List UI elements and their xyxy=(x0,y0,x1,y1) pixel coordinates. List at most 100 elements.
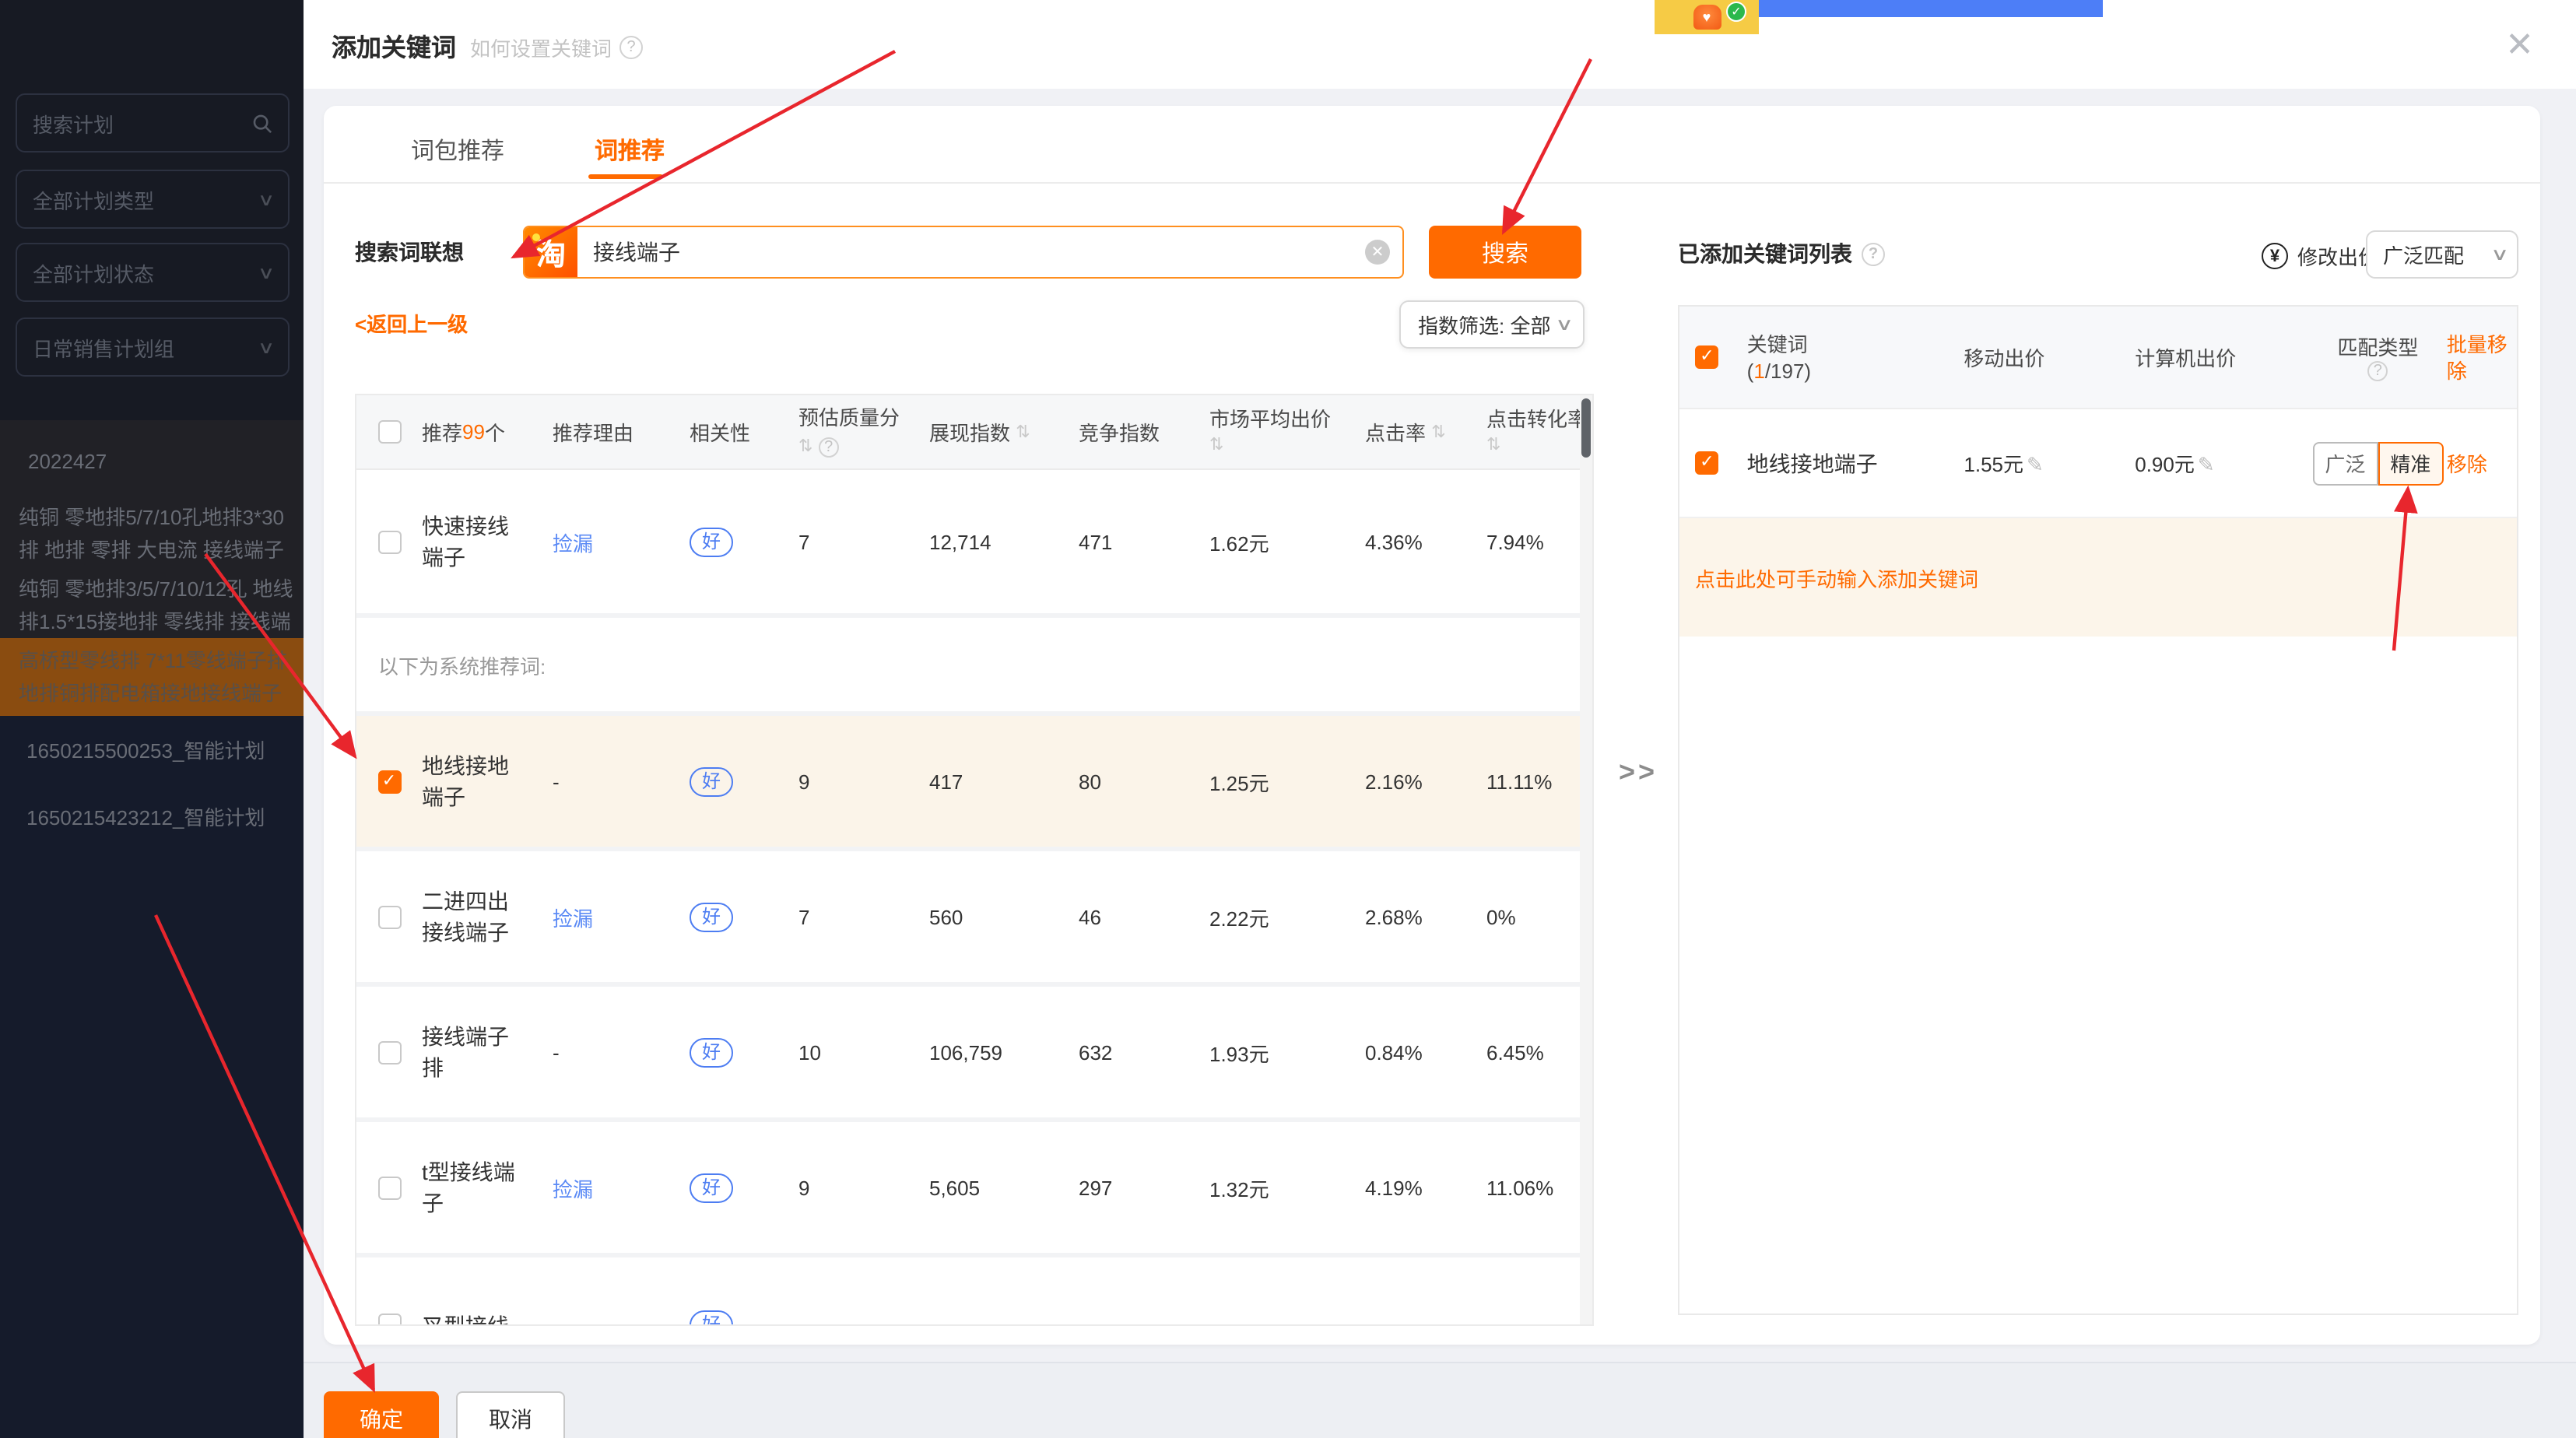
reason-cell: 捡漏 xyxy=(546,1173,683,1202)
match-type-dropdown[interactable]: 广泛匹配 ∨ xyxy=(2366,230,2518,279)
competition-index-cell: 632 xyxy=(1072,1040,1203,1064)
table-scrollbar[interactable] xyxy=(1580,395,1592,1324)
plan-list: 2022427 纯铜 零地排5/7/10孔地排3*30排 地排 零排 大电流 接线… xyxy=(0,445,304,834)
table-header-row: 推荐99个 推荐理由 相关性 预估质量分 ⇅ ? 展现指数 ⇅ 竞争指数 xyxy=(356,395,1592,470)
reason-link[interactable]: 捡漏 xyxy=(553,1173,593,1202)
plan-type-select[interactable]: 全部计划类型 ∨ xyxy=(16,170,290,229)
back-to-parent-link[interactable]: <返回上一级 xyxy=(355,308,468,338)
search-icon xyxy=(252,113,272,133)
sidebar-plan-item[interactable]: 1650215500253_智能计划 xyxy=(0,735,304,767)
index-filter-dropdown[interactable]: 指数筛选: 全部 ∨ xyxy=(1399,300,1585,349)
row-checkbox[interactable]: ✓ xyxy=(377,770,401,793)
chevron-down-icon: ∨ xyxy=(1555,314,1574,335)
cancel-button[interactable]: 取消 xyxy=(456,1391,565,1438)
keyword-name-cell: 地线接地端子 xyxy=(416,750,546,812)
row-checkbox[interactable] xyxy=(377,905,401,928)
sort-icon: ⇅ xyxy=(1016,422,1030,442)
keyword-row: 二进四出接线端子捡漏好7560462.22元2.68%0% xyxy=(356,851,1592,987)
scrollbar-thumb[interactable] xyxy=(1581,398,1591,458)
clear-input-icon[interactable]: ✕ xyxy=(1365,240,1390,265)
confirm-button[interactable]: 确定 xyxy=(324,1391,439,1438)
keyword-name-cell: 接线端子排 xyxy=(416,1021,546,1083)
reason-link[interactable]: 捡漏 xyxy=(553,527,593,556)
checkbox-cell xyxy=(356,1176,416,1199)
row-checkbox[interactable] xyxy=(377,1040,401,1064)
tab-word-recommend[interactable]: 词推荐 xyxy=(595,134,665,167)
promo-badge: ♥ ✓ xyxy=(1655,0,1759,34)
sort-icon: ⇅ xyxy=(1431,422,1445,442)
reason-text: - xyxy=(553,1040,560,1064)
reason-cell: 捡漏 xyxy=(546,527,683,556)
added-count-current: 1 xyxy=(1753,359,1764,382)
select-all-checkbox[interactable] xyxy=(377,420,401,444)
tab-wordpack-recommend[interactable]: 词包推荐 xyxy=(411,134,504,167)
sidebar-plan-item[interactable]: 纯铜 零地排5/7/10孔地排3*30排 地排 零排 大电流 接线端子 xyxy=(0,501,304,566)
keyword-row: 叉型接线好 xyxy=(356,1257,1592,1326)
reason-link[interactable]: 捡漏 xyxy=(553,902,593,931)
checkbox-cell xyxy=(356,1040,416,1064)
impression-index-cell: 106,759 xyxy=(923,1040,1072,1064)
edit-pencil-icon[interactable]: ✎ xyxy=(2198,453,2215,476)
col-impression-index[interactable]: 展现指数 ⇅ xyxy=(923,417,1072,447)
col-cvr[interactable]: 点击转化率 ⇅ xyxy=(1480,405,1589,458)
edit-pencil-icon[interactable]: ✎ xyxy=(2027,453,2044,476)
dialog-title: 添加关键词 xyxy=(332,26,456,64)
batch-remove-button[interactable]: 批量移除 xyxy=(2447,332,2508,382)
cvr-cell: 7.94% xyxy=(1480,530,1589,553)
match-exact-button[interactable]: 精准 xyxy=(2378,441,2443,485)
promo-bar-fragment: ♥ ✓ xyxy=(1655,0,2103,34)
keyword-row: 快速接线端子捡漏好712,7144711.62元4.36%7.94% xyxy=(356,470,1592,618)
sidebar-plan-item[interactable]: 高桥型零线排 7*11零线端子排 地排铜排配电箱接地接线端子 xyxy=(0,638,304,716)
added-keywords-table: ✓ 关键词 (1/197) 移动出价 计算机出价 匹配类型 xyxy=(1678,305,2518,1315)
plan-group-select[interactable]: 日常销售计划组 ∨ xyxy=(16,317,290,377)
relevance-cell: 好 xyxy=(683,1173,792,1202)
chevron-down-icon: ∨ xyxy=(258,262,275,282)
manual-add-keywords-area[interactable]: 点击此处可手动输入添加关键词 xyxy=(1679,518,2517,637)
sidebar-plan-item[interactable]: 纯铜 零地排3/5/7/10/12孔 地线排1.5*15接地排 零线排 接线端 xyxy=(0,573,304,638)
plan-status-select[interactable]: 全部计划状态 ∨ xyxy=(16,243,290,302)
dialog-header: 添加关键词 如何设置关键词 ? ✕ xyxy=(304,0,2576,89)
ctr-cell: 4.36% xyxy=(1359,530,1480,553)
col-ctr[interactable]: 点击率 ⇅ xyxy=(1359,417,1480,447)
relevance-good-badge: 好 xyxy=(690,527,733,556)
col-quality-score[interactable]: 预估质量分 ⇅ ? xyxy=(792,404,923,460)
checkbox-cell: ✓ xyxy=(356,770,416,793)
plan-type-label: 全部计划类型 xyxy=(33,184,154,214)
search-button[interactable]: 搜索 xyxy=(1429,226,1581,279)
col-match-type: 匹配类型 ? xyxy=(2309,334,2447,381)
taobao-icon-dot xyxy=(532,233,540,241)
ctr-cell: 2.68% xyxy=(1359,905,1480,928)
keyword-search-field[interactable]: 淘 ✕ xyxy=(523,226,1404,279)
match-broad-button[interactable]: 广泛 xyxy=(2312,441,2378,485)
remove-keyword-button[interactable]: 移除 xyxy=(2447,453,2487,476)
sort-icon: ⇅ xyxy=(1486,432,1588,458)
col-avg-market-bid[interactable]: 市场平均出价 ⇅ xyxy=(1203,405,1359,458)
avg-market-bid-cell: 1.32元 xyxy=(1203,1173,1359,1202)
sort-icon: ⇅ xyxy=(798,437,812,455)
table-body: 快速接线端子捡漏好712,7144711.62元4.36%7.94%以下为系统推… xyxy=(356,470,1592,1326)
competition-index-cell: 46 xyxy=(1072,905,1203,928)
ctr-cell: 0.84% xyxy=(1359,1040,1480,1064)
quality-score-cell: 7 xyxy=(792,530,923,553)
avg-market-bid-cell: 1.25元 xyxy=(1203,766,1359,796)
plan-search-input[interactable]: 搜索计划 xyxy=(16,93,290,153)
modify-bid-button[interactable]: ¥ 修改出价 xyxy=(2262,241,2378,271)
row-checkbox[interactable] xyxy=(377,530,401,553)
sidebar-plan-item[interactable]: 1650215423212_智能计划 xyxy=(0,801,304,834)
row-checkbox[interactable] xyxy=(377,1313,401,1326)
quality-score-cell: 9 xyxy=(792,770,923,793)
mobile-bid-value: 1.55元✎ xyxy=(1964,448,2135,478)
close-icon[interactable]: ✕ xyxy=(2505,28,2534,62)
search-input[interactable] xyxy=(577,240,1365,265)
yen-icon: ¥ xyxy=(2262,243,2288,269)
added-row-checkbox[interactable]: ✓ xyxy=(1695,451,1718,475)
help-question-icon: ? xyxy=(819,437,839,457)
cvr-cell: 6.45% xyxy=(1480,1040,1589,1064)
row-checkbox[interactable] xyxy=(377,1176,401,1199)
sidebar-plan-item[interactable]: 2022427 xyxy=(0,445,304,478)
relevance-cell: 好 xyxy=(683,1037,792,1067)
added-select-all-checkbox[interactable]: ✓ xyxy=(1695,345,1718,369)
plan-status-label: 全部计划状态 xyxy=(33,258,154,287)
quality-score-cell: 10 xyxy=(792,1040,923,1064)
how-to-set-keywords-link[interactable]: 如何设置关键词 ? xyxy=(470,33,643,62)
